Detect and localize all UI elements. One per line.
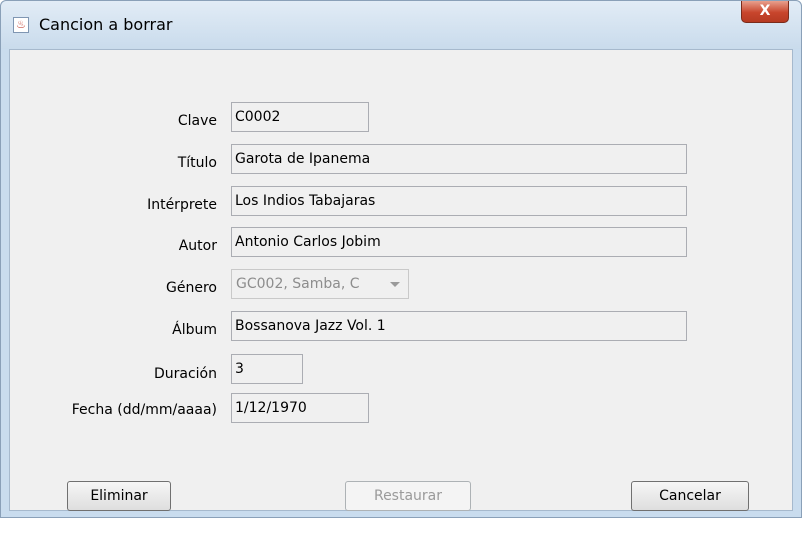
eliminar-button[interactable]: Eliminar xyxy=(67,481,171,511)
title-bar[interactable]: ♨ Cancion a borrar X xyxy=(1,1,801,49)
autor-label: Autor xyxy=(178,238,217,254)
close-button[interactable]: X xyxy=(741,1,789,23)
genero-combobox[interactable]: GC002, Samba, C xyxy=(231,269,409,299)
window-title: Cancion a borrar xyxy=(39,15,173,34)
interprete-field[interactable]: Los Indios Tabajaras xyxy=(231,186,687,216)
fecha-label: Fecha (dd/mm/aaaa) xyxy=(71,402,217,418)
album-field[interactable]: Bossanova Jazz Vol. 1 xyxy=(231,311,687,341)
dialog-window: ♨ Cancion a borrar X Clave C0002 Título … xyxy=(0,0,802,518)
clave-field[interactable]: C0002 xyxy=(231,102,369,132)
restaurar-button[interactable]: Restaurar xyxy=(345,481,471,511)
form-panel: Clave C0002 Título Garota de Ipanema Int… xyxy=(9,49,793,511)
java-app-icon: ♨ xyxy=(13,17,29,33)
album-label: Álbum xyxy=(172,322,217,338)
clave-label: Clave xyxy=(177,113,217,129)
genero-selected-value: GC002, Samba, C xyxy=(236,276,360,292)
interprete-label: Intérprete xyxy=(147,197,217,213)
autor-field[interactable]: Antonio Carlos Jobim xyxy=(231,227,687,257)
duracion-label: Duración xyxy=(153,366,217,382)
titulo-field[interactable]: Garota de Ipanema xyxy=(231,144,687,174)
cancelar-button[interactable]: Cancelar xyxy=(631,481,749,511)
titulo-label: Título xyxy=(177,155,217,171)
duracion-field[interactable]: 3 xyxy=(231,354,303,384)
fecha-field[interactable]: 1/12/1970 xyxy=(231,393,369,423)
chevron-down-icon[interactable] xyxy=(390,282,400,287)
genero-label: Género xyxy=(166,280,217,296)
